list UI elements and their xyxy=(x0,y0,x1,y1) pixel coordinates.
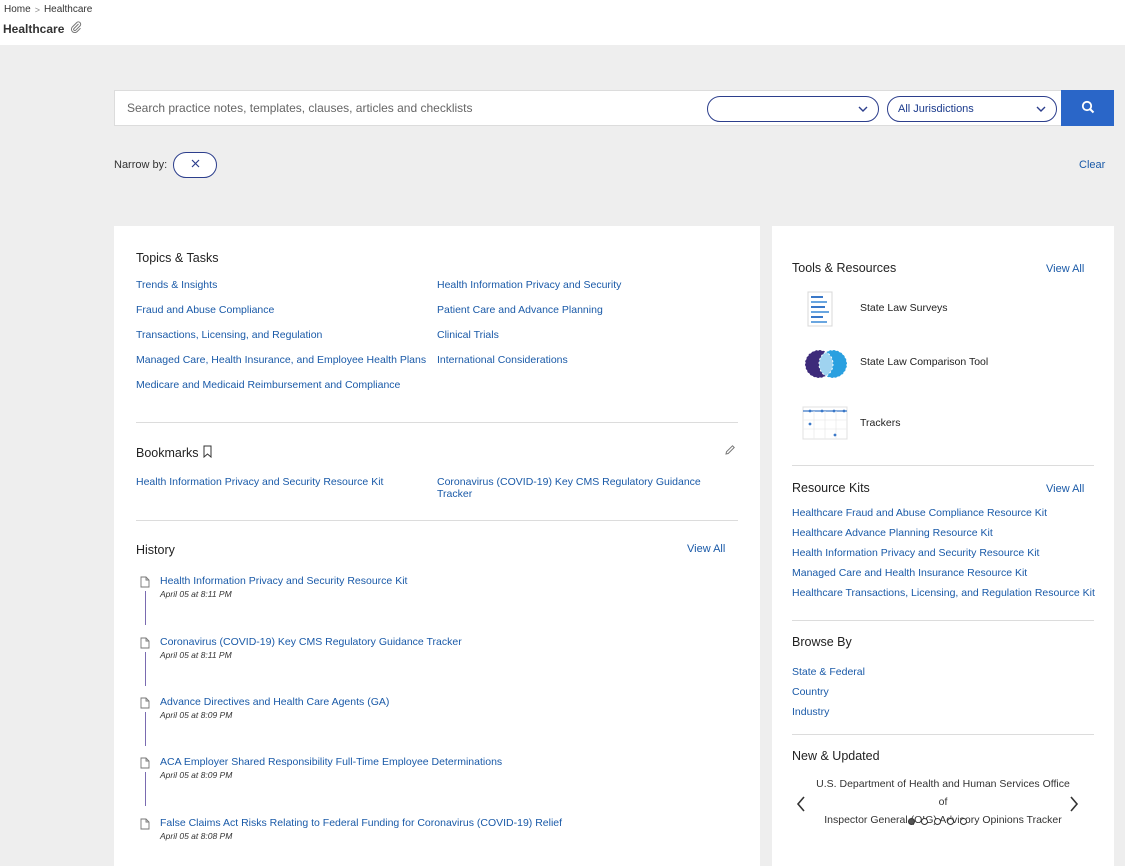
divider xyxy=(136,422,738,423)
divider xyxy=(792,465,1094,466)
topic-link[interactable]: Clinical Trials xyxy=(437,329,499,341)
jurisdiction-select[interactable]: All Jurisdictions xyxy=(887,96,1057,122)
bookmark-link[interactable]: Health Information Privacy and Security … xyxy=(136,476,416,488)
carousel-line[interactable]: U.S. Department of Health and Human Serv… xyxy=(812,775,1074,811)
history-item-title[interactable]: Advance Directives and Health Care Agent… xyxy=(160,696,389,708)
search-icon xyxy=(1081,100,1095,117)
breadcrumb-current[interactable]: Healthcare xyxy=(44,4,92,15)
browse-by-link[interactable]: Industry xyxy=(792,706,829,718)
chevron-right-icon[interactable] xyxy=(1069,796,1079,815)
carousel-dot[interactable] xyxy=(947,818,954,825)
resource-kit-link[interactable]: Managed Care and Health Insurance Resour… xyxy=(792,567,1027,579)
venn-circles-icon xyxy=(802,347,850,384)
timeline-line xyxy=(145,591,146,625)
tool-label[interactable]: State Law Comparison Tool xyxy=(860,356,988,368)
narrow-by-label: Narrow by: xyxy=(114,159,168,171)
tool-state-law-surveys[interactable]: State Law Surveys xyxy=(802,290,948,331)
document-icon xyxy=(140,576,150,591)
timeline-line xyxy=(145,772,146,806)
bookmarks-heading: Bookmarks xyxy=(136,445,212,461)
topic-link[interactable]: Patient Care and Advance Planning xyxy=(437,304,603,316)
document-icon xyxy=(140,697,150,712)
divider xyxy=(792,620,1094,621)
bookmark-link[interactable]: Coronavirus (COVID-19) Key CMS Regulator… xyxy=(437,476,707,500)
resource-kits-view-all-link[interactable]: View All xyxy=(1046,483,1084,495)
history-item-time: April 05 at 8:11 PM xyxy=(160,650,232,660)
timeline-line xyxy=(145,652,146,686)
document-icon xyxy=(140,637,150,652)
history-item-time: April 05 at 8:09 PM xyxy=(160,710,233,720)
narrow-chip[interactable] xyxy=(173,152,218,178)
search-bar: All Jurisdictions xyxy=(114,90,1114,126)
calendar-grid-icon xyxy=(802,404,848,443)
timeline-line xyxy=(145,712,146,746)
browse-by-title: Browse By xyxy=(792,635,852,649)
history-item-title[interactable]: Health Information Privacy and Security … xyxy=(160,575,407,587)
topic-link[interactable]: International Considerations xyxy=(437,354,568,366)
sidebar-panel: Tools & Resources View All State Law Sur… xyxy=(772,226,1114,866)
divider xyxy=(792,734,1094,735)
search-input[interactable] xyxy=(127,91,697,125)
jurisdiction-select-value: All Jurisdictions xyxy=(898,103,974,115)
history-item-title[interactable]: Coronavirus (COVID-19) Key CMS Regulator… xyxy=(160,636,462,648)
resource-kit-link[interactable]: Health Information Privacy and Security … xyxy=(792,547,1039,559)
divider xyxy=(136,520,738,521)
topic-link[interactable]: Transactions, Licensing, and Regulation xyxy=(136,329,322,341)
history-item-title[interactable]: False Claims Act Risks Relating to Feder… xyxy=(160,817,562,829)
carousel-dot[interactable] xyxy=(960,818,967,825)
tool-trackers[interactable]: Trackers xyxy=(802,404,900,443)
document-lines-icon xyxy=(802,290,836,331)
history-title: History xyxy=(136,543,175,557)
topic-link[interactable]: Trends & Insights xyxy=(136,279,217,291)
history-item-time: April 05 at 8:11 PM xyxy=(160,589,232,599)
history-view-all-link[interactable]: View All xyxy=(687,543,725,555)
carousel-dots xyxy=(908,818,967,825)
history-item-title[interactable]: ACA Employer Shared Responsibility Full-… xyxy=(160,756,502,768)
carousel-dot[interactable] xyxy=(934,818,941,825)
top-bar: Home > Healthcare Healthcare xyxy=(0,0,1125,45)
chevron-left-icon[interactable] xyxy=(796,796,806,815)
topic-link[interactable]: Health Information Privacy and Security xyxy=(437,279,621,291)
category-select[interactable] xyxy=(707,96,879,122)
document-icon xyxy=(140,757,150,772)
tool-label[interactable]: State Law Surveys xyxy=(860,302,948,314)
tool-label[interactable]: Trackers xyxy=(860,417,900,429)
paperclip-icon[interactable] xyxy=(70,21,82,36)
topic-link[interactable]: Managed Care, Health Insurance, and Empl… xyxy=(136,354,426,366)
breadcrumb: Home > Healthcare xyxy=(4,4,92,15)
history-item-time: April 05 at 8:09 PM xyxy=(160,770,233,780)
carousel-dot[interactable] xyxy=(908,818,915,825)
browse-by-link[interactable]: Country xyxy=(792,686,829,698)
resource-kit-link[interactable]: Healthcare Transactions, Licensing, and … xyxy=(792,587,1095,599)
topics-title: Topics & Tasks xyxy=(136,251,219,265)
chevron-down-icon xyxy=(858,104,868,117)
page-title: Healthcare xyxy=(3,21,65,36)
tool-state-law-comparison[interactable]: State Law Comparison Tool xyxy=(802,347,988,384)
resource-kits-title: Resource Kits xyxy=(792,481,870,495)
pencil-icon[interactable] xyxy=(724,444,736,459)
bookmarks-title: Bookmarks xyxy=(136,446,199,460)
main-panel: Topics & Tasks Trends & Insights Fraud a… xyxy=(114,226,760,866)
breadcrumb-separator-icon: > xyxy=(34,4,40,15)
narrow-by: Narrow by: xyxy=(114,152,218,178)
topic-link[interactable]: Medicare and Medicaid Reimbursement and … xyxy=(136,379,400,391)
close-icon[interactable] xyxy=(191,159,200,171)
clear-link[interactable]: Clear xyxy=(1079,159,1105,171)
history-item-time: April 05 at 8:08 PM xyxy=(160,831,233,841)
tools-view-all-link[interactable]: View All xyxy=(1046,263,1084,275)
chevron-down-icon xyxy=(1036,104,1046,117)
topic-link[interactable]: Fraud and Abuse Compliance xyxy=(136,304,274,316)
resource-kit-link[interactable]: Healthcare Fraud and Abuse Compliance Re… xyxy=(792,507,1047,519)
carousel-dot[interactable] xyxy=(921,818,928,825)
page-title-row: Healthcare xyxy=(3,21,82,36)
new-updated-title: New & Updated xyxy=(792,749,880,763)
search-button[interactable] xyxy=(1061,90,1114,126)
browse-by-link[interactable]: State & Federal xyxy=(792,666,865,678)
resource-kit-link[interactable]: Healthcare Advance Planning Resource Kit xyxy=(792,527,993,539)
breadcrumb-home[interactable]: Home xyxy=(4,4,31,15)
bookmark-icon xyxy=(203,445,212,461)
document-icon xyxy=(140,818,150,833)
tools-title: Tools & Resources xyxy=(792,261,897,275)
